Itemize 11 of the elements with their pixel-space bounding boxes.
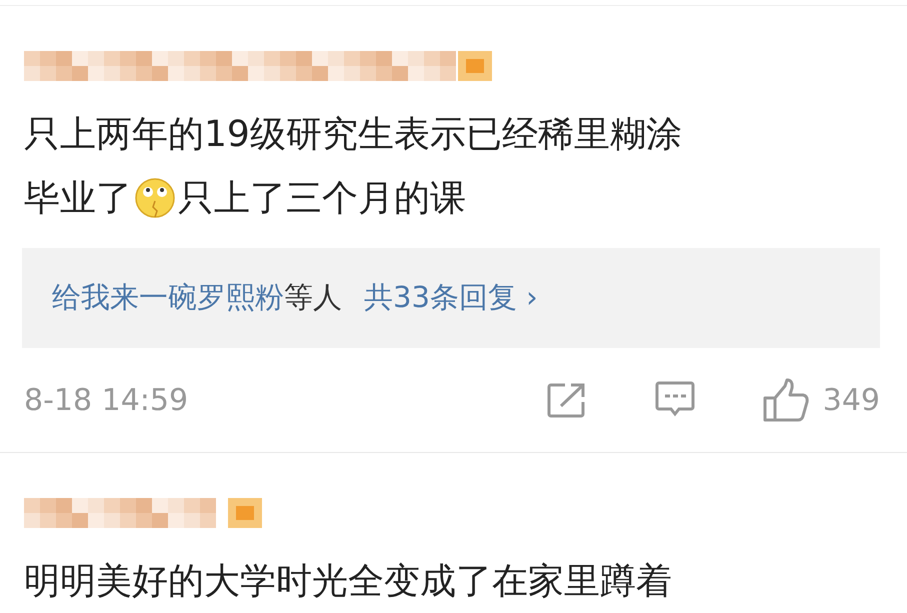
like-count: 349 [822,382,880,418]
comment-time: 8-18 14:59 [24,382,190,418]
comment-icon[interactable] [654,381,695,419]
share-icon[interactable] [546,382,587,418]
comment-text: 明明美好的大学时光全变成了在家里蹲着 [24,560,672,604]
emoji-icon [134,177,176,219]
comment-text: 只上了三个月的课 [178,176,466,220]
comment-text: 毕业了 [24,176,132,220]
thumbs-up-icon[interactable] [762,378,809,422]
replies-panel[interactable]: 给我来一碗罗熙粉等人 共33条回复 › [22,248,880,348]
comment-text: 只上两年的19级研究生表示已经稀里糊涂 [24,112,682,156]
